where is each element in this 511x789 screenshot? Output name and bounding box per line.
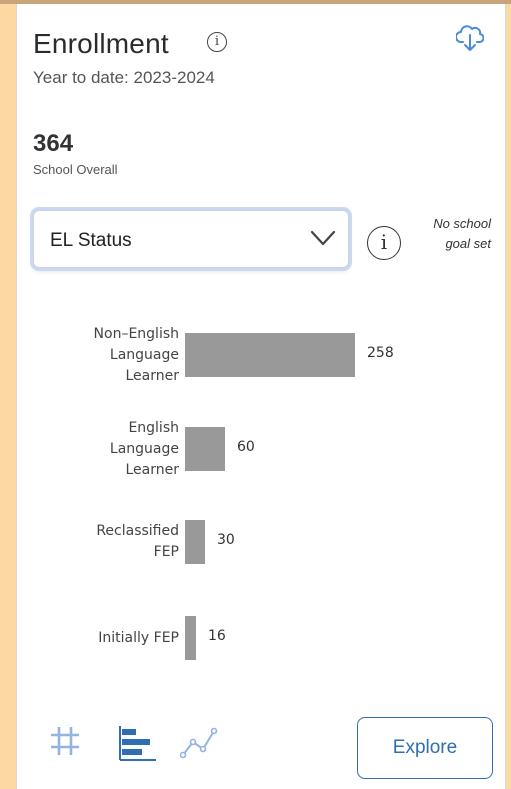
- bar: [185, 520, 205, 564]
- bar-value: 258: [367, 345, 394, 361]
- bar-label: Initially FEP: [98, 629, 179, 646]
- bar-chart-icon[interactable]: [117, 725, 157, 761]
- enrollment-card: Enrollment i Year to date: 2023-2024 364…: [16, 4, 506, 789]
- line-chart-icon[interactable]: [179, 726, 219, 760]
- goal-note: No school goal set: [433, 216, 491, 251]
- select-value: EL Status: [50, 230, 132, 251]
- info-icon[interactable]: i: [367, 226, 401, 260]
- bar-label: Non–English Language Learner: [93, 325, 179, 384]
- chevron-down-icon: [310, 230, 336, 246]
- total-label: School Overall: [33, 162, 118, 177]
- el-status-select[interactable]: EL Status: [33, 210, 349, 268]
- bar-label: Reclassified FEP: [96, 523, 179, 560]
- cloud-download-icon[interactable]: [456, 24, 484, 54]
- bar-chart: Non–English Language Learner 258 English Lang…: [17, 314, 507, 674]
- total-value: 364: [33, 130, 74, 157]
- bar: [185, 333, 355, 377]
- bar-value: 16: [208, 628, 226, 644]
- bar: [185, 427, 225, 471]
- bar-label: English Language Learner: [109, 419, 179, 478]
- hash-icon[interactable]: [49, 725, 81, 757]
- explore-button[interactable]: Explore: [357, 717, 493, 779]
- bar-value: 30: [217, 532, 235, 548]
- date-range: Year to date: 2023-2024: [33, 68, 215, 87]
- bar: [185, 616, 196, 660]
- card-title: Enrollment: [33, 28, 169, 59]
- info-icon[interactable]: i: [207, 32, 227, 52]
- bar-value: 60: [237, 439, 255, 455]
